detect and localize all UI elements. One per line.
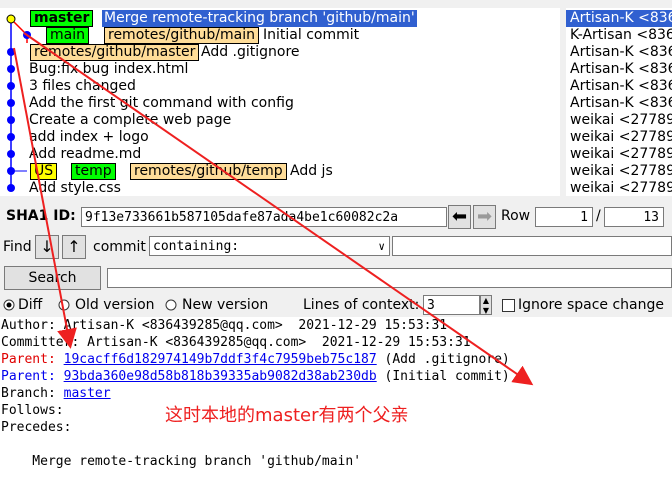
arrow-down-icon: ↓	[40, 237, 54, 256]
commit-list[interactable]: master Merge remote-tracking branch 'git…	[0, 8, 560, 196]
precedes-line: Precedes:	[1, 420, 72, 435]
graph-node	[7, 184, 15, 192]
commit-subject[interactable]: Add readme.md	[29, 146, 141, 163]
author-line: Author: Artisan-K <836439285@qq.com> 202…	[1, 318, 448, 333]
find-label: Find	[3, 239, 32, 255]
commit-subject[interactable]: Create a complete web page	[29, 112, 231, 129]
arrow-up-icon: ↑	[67, 237, 81, 256]
author-cell[interactable]: weikai <277898	[566, 180, 672, 196]
ref-master[interactable]: master	[30, 10, 94, 27]
row-separator: /	[596, 208, 601, 224]
commit-subject[interactable]: Add style.css	[29, 180, 121, 197]
commit-subject[interactable]: Add .gitignore	[201, 44, 300, 61]
commit-message: Merge remote-tracking branch 'github/mai…	[1, 454, 362, 469]
commit-subject-selected[interactable]: Merge remote-tracking branch 'github/mai…	[102, 10, 417, 27]
context-spin-buttons[interactable]: ▲ ▼	[480, 295, 492, 315]
context-label: Lines of context:	[303, 297, 420, 313]
arrow-left-icon: ⬅	[451, 206, 468, 227]
checkbox-icon	[502, 299, 515, 312]
committer-line: Committer: Artisan-K <836439285@qq.com> …	[1, 335, 471, 350]
commit-details[interactable]: Author: Artisan-K <836439285@qq.com> 202…	[0, 317, 672, 488]
spin-down-icon: ▼	[482, 306, 490, 315]
ref-us[interactable]: US	[30, 163, 58, 180]
graph-node	[7, 99, 15, 107]
author-list[interactable]: Artisan-K <8364 K-Artisan <8364 Artisan-…	[566, 8, 672, 196]
commit-subject[interactable]: Initial commit	[263, 27, 359, 44]
graph-node	[7, 65, 15, 73]
spin-up-icon: ▲	[482, 296, 490, 305]
parent-line-2: Parent: 93bda360e98d58b818b39335ab9082d3…	[1, 369, 510, 384]
commit-label: commit	[93, 239, 146, 255]
author-cell[interactable]: weikai <277898	[566, 129, 672, 146]
find-prev-button[interactable]: ↑	[62, 235, 86, 259]
author-cell[interactable]: K-Artisan <8364	[566, 27, 672, 44]
parent-line-1: Parent: 19cacff6d182974149b7ddf3f4c7959b…	[1, 352, 510, 367]
annotation-text: 这时本地的master有两个父亲	[165, 405, 409, 426]
row-total: 13	[604, 207, 664, 227]
branch-link[interactable]: master	[64, 386, 111, 401]
author-cell[interactable]: Artisan-K <8364	[566, 95, 672, 112]
author-cell[interactable]: Artisan-K <8364	[566, 78, 672, 95]
author-cell[interactable]: Artisan-K <8364	[566, 61, 672, 78]
graph-node	[7, 133, 15, 141]
ref-remote-master[interactable]: remotes/github/master	[30, 44, 200, 61]
row-current[interactable]: 1	[535, 207, 593, 227]
graph-node	[7, 167, 15, 175]
find-next-button[interactable]: ↓	[35, 235, 59, 259]
author-cell[interactable]: Artisan-K <8364	[566, 44, 672, 61]
back-button[interactable]: ⬅	[448, 205, 471, 229]
branch-line: Branch: master	[1, 386, 111, 401]
ref-main[interactable]: main	[46, 27, 89, 44]
context-spinbox[interactable]: 3	[423, 295, 480, 315]
parent2-link[interactable]: 93bda360e98d58b818b39335ab9082d38ab230db	[64, 369, 377, 384]
commit-subject[interactable]: Add js	[290, 163, 333, 180]
graph-node	[7, 82, 15, 90]
author-cell[interactable]: Artisan-K <8364	[566, 10, 672, 27]
commit-subject[interactable]: add index + logo	[29, 129, 149, 146]
graph-node	[7, 116, 15, 124]
commit-subject[interactable]: Add the first git command with config	[29, 95, 294, 112]
ref-remote-main[interactable]: remotes/github/main	[104, 27, 259, 44]
forward-button[interactable]: ➡	[473, 205, 496, 229]
sha1-input[interactable]: 9f13e733661b587105dafe87ada4be1c60082c2a	[81, 207, 447, 227]
commit-subject[interactable]: 3 files changed	[29, 78, 136, 95]
commit-subject[interactable]: Bug:fix bug index.html	[29, 61, 188, 78]
find-input[interactable]	[392, 236, 672, 256]
head-node	[6, 14, 16, 24]
sha1-label: SHA1 ID:	[6, 208, 76, 224]
row-label: Row	[501, 208, 531, 224]
ref-temp[interactable]: temp	[71, 163, 116, 180]
graph-node	[7, 150, 15, 158]
author-cell[interactable]: weikai <277898	[566, 112, 672, 129]
parent1-link[interactable]: 19cacff6d182974149b7ddf3f4c7959beb75c187	[64, 352, 377, 367]
graph-node	[23, 31, 31, 39]
find-mode-select[interactable]: containing: ∨	[149, 236, 390, 256]
search-button[interactable]: Search	[4, 266, 101, 290]
graph-node	[7, 48, 15, 56]
arrow-right-icon: ➡	[476, 206, 493, 227]
search-input[interactable]	[107, 268, 672, 288]
author-cell[interactable]: weikai <277898	[566, 146, 672, 163]
follows-line: Follows:	[1, 403, 64, 418]
ref-remote-temp[interactable]: remotes/github/temp	[130, 163, 287, 180]
chevron-down-icon: ∨	[378, 240, 385, 253]
author-cell[interactable]: weikai <277898	[566, 163, 672, 180]
